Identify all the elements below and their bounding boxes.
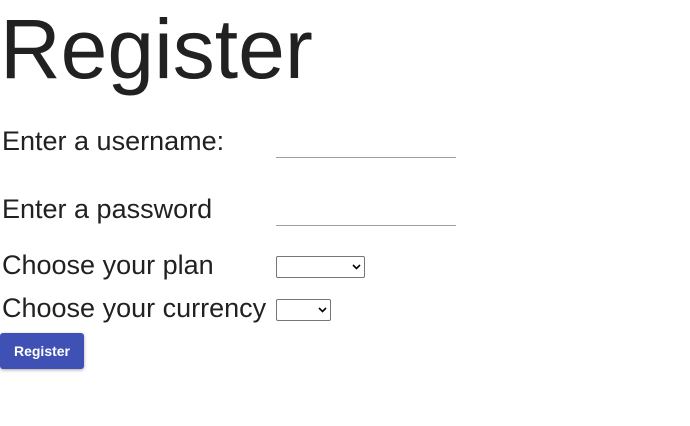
- plan-select[interactable]: [276, 256, 365, 278]
- currency-label: Choose your currency: [2, 293, 267, 323]
- password-input[interactable]: [276, 199, 456, 226]
- username-row: Enter a username:: [2, 125, 224, 157]
- chevron-down-icon: [318, 307, 327, 313]
- password-row: Enter a password: [2, 193, 212, 225]
- username-label: Enter a username:: [2, 126, 225, 156]
- currency-row: Choose your currency: [2, 292, 266, 324]
- register-button[interactable]: Register: [0, 333, 84, 369]
- plan-row: Choose your plan: [2, 249, 214, 281]
- plan-label: Choose your plan: [2, 250, 214, 280]
- chevron-down-icon: [352, 264, 361, 270]
- password-label: Enter a password: [2, 194, 213, 224]
- username-input[interactable]: [276, 131, 456, 158]
- register-page: Register Enter a username: Enter a passw…: [0, 0, 690, 426]
- page-title: Register: [0, 2, 313, 96]
- currency-select[interactable]: [276, 299, 331, 321]
